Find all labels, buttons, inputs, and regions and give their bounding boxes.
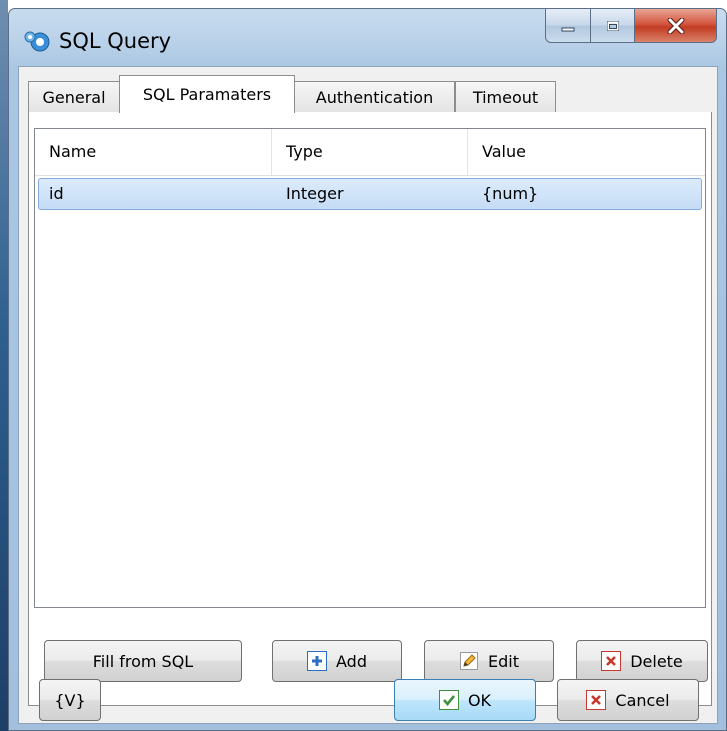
parameters-list[interactable]: Name Type Value id Integer {num} bbox=[34, 128, 706, 608]
sql-query-dialog: SQL Query General SQL Paramaters Authent… bbox=[8, 8, 727, 731]
variables-button[interactable]: {V} bbox=[39, 679, 101, 721]
title-bar[interactable]: SQL Query bbox=[9, 9, 726, 65]
cancel-label: Cancel bbox=[615, 690, 670, 710]
cancel-button[interactable]: Cancel bbox=[557, 679, 699, 721]
caption-buttons bbox=[545, 9, 717, 43]
cell-name: id bbox=[49, 184, 64, 203]
tab-timeout[interactable]: Timeout bbox=[455, 81, 556, 113]
add-button[interactable]: Add bbox=[272, 640, 402, 682]
tab-panel-sql-paramaters: Name Type Value id Integer {num} Fill fr… bbox=[28, 112, 712, 706]
maximize-icon bbox=[606, 20, 619, 31]
delete-label: Delete bbox=[630, 651, 683, 671]
check-icon bbox=[438, 690, 459, 710]
fill-from-sql-label: Fill from SQL bbox=[92, 651, 194, 671]
edit-label: Edit bbox=[488, 651, 519, 671]
plus-icon bbox=[307, 651, 327, 671]
desktop-background bbox=[0, 0, 8, 731]
desktop-background-top bbox=[0, 0, 727, 8]
tab-sql-paramaters[interactable]: SQL Paramaters bbox=[119, 75, 295, 113]
cell-type: Integer bbox=[286, 184, 344, 203]
ok-label: OK bbox=[467, 690, 492, 710]
minimize-button[interactable] bbox=[545, 9, 591, 43]
tab-general[interactable]: General bbox=[28, 81, 120, 113]
dialog-client-area: General SQL Paramaters Authentication Ti… bbox=[18, 66, 718, 724]
cell-value: {num} bbox=[482, 184, 539, 203]
ok-button[interactable]: OK bbox=[394, 679, 536, 721]
tab-authentication[interactable]: Authentication bbox=[294, 81, 455, 113]
close-icon bbox=[667, 17, 684, 34]
close-button[interactable] bbox=[635, 9, 717, 43]
list-header: Name Type Value bbox=[35, 129, 705, 176]
x-icon bbox=[601, 651, 622, 671]
pencil-icon bbox=[459, 651, 479, 671]
add-label: Add bbox=[336, 651, 367, 671]
column-header-name[interactable]: Name bbox=[35, 129, 272, 175]
x-icon bbox=[586, 690, 607, 710]
sql-query-app-icon bbox=[23, 29, 51, 53]
table-row[interactable]: id Integer {num} bbox=[38, 178, 702, 210]
minimize-icon bbox=[561, 27, 575, 31]
column-header-type[interactable]: Type bbox=[272, 129, 468, 175]
window-title: SQL Query bbox=[59, 29, 172, 53]
maximize-button[interactable] bbox=[591, 9, 635, 43]
fill-from-sql-button[interactable]: Fill from SQL bbox=[44, 640, 242, 682]
column-header-value[interactable]: Value bbox=[468, 129, 705, 175]
variables-label: {V} bbox=[54, 690, 86, 710]
delete-button[interactable]: Delete bbox=[576, 640, 708, 682]
edit-button[interactable]: Edit bbox=[424, 640, 554, 682]
